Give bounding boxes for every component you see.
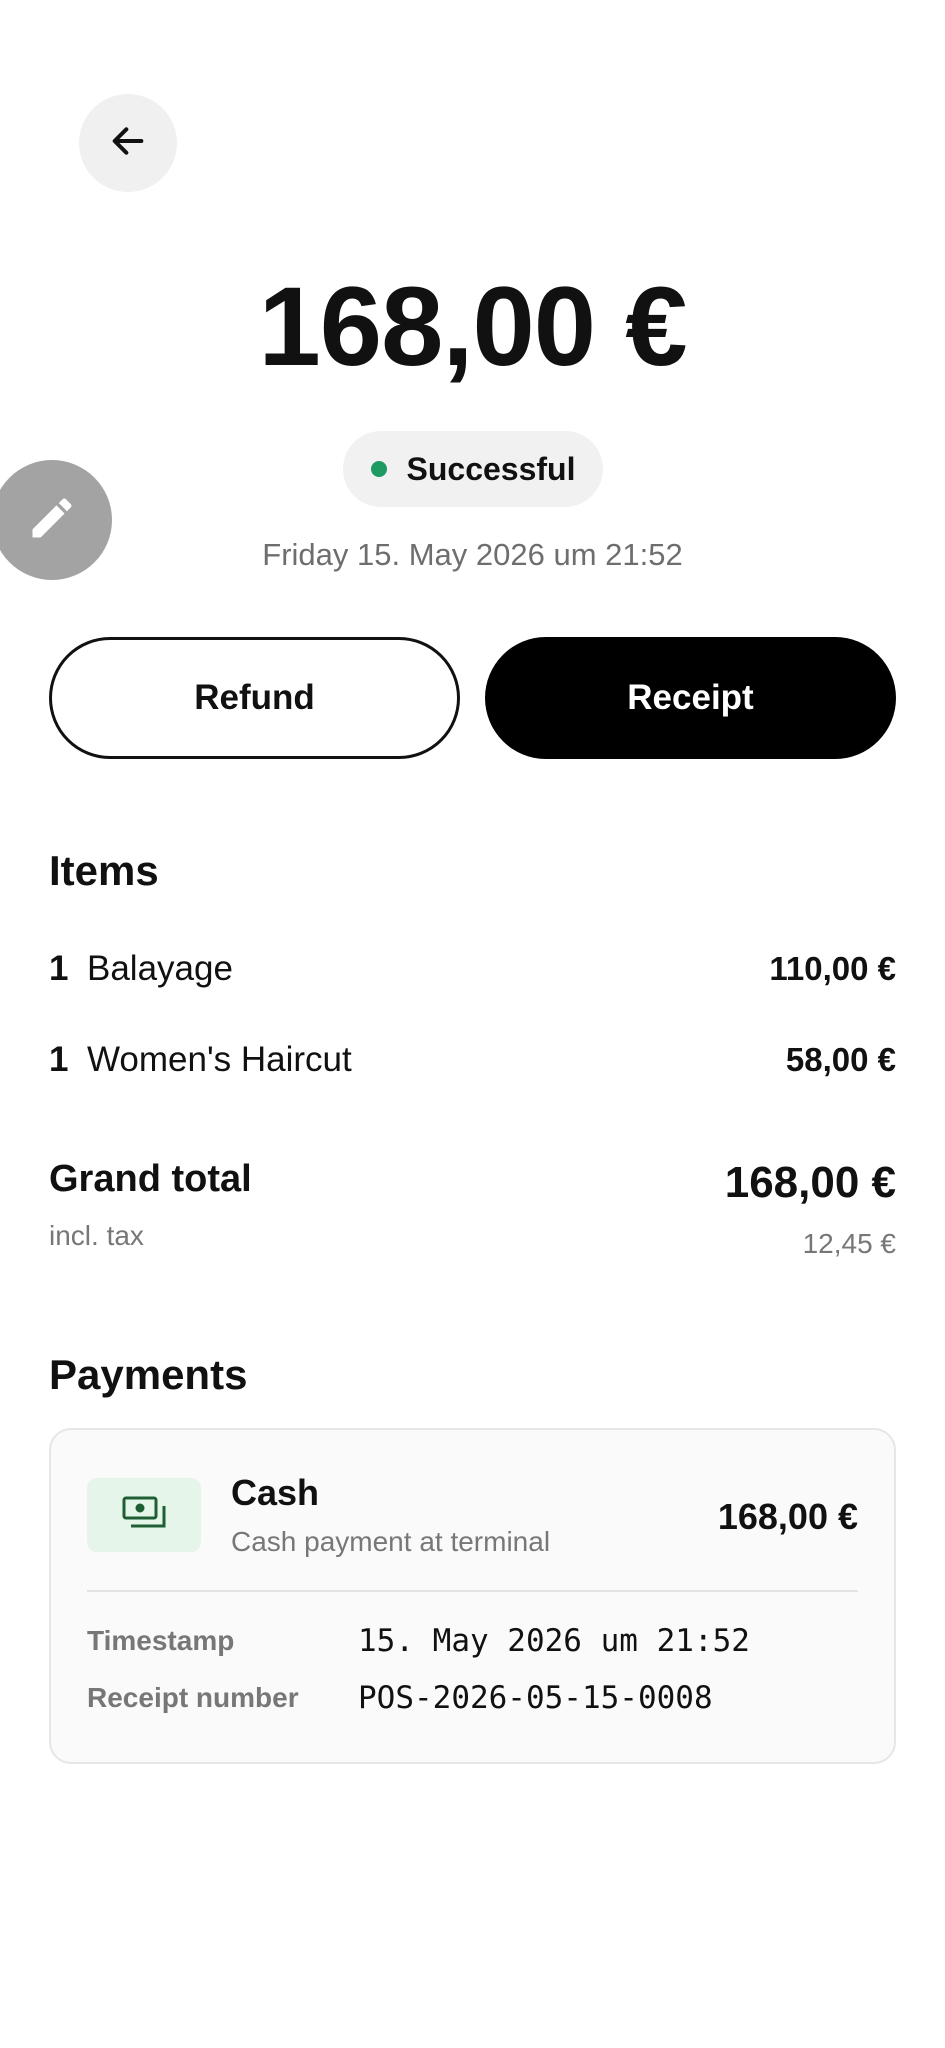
timestamp-label: Timestamp bbox=[87, 1625, 235, 1656]
list-item: 1 Balayage 110,00 € bbox=[49, 944, 896, 994]
back-button[interactable] bbox=[79, 94, 177, 192]
arrow-left-icon bbox=[108, 121, 148, 166]
cash-icon bbox=[122, 1496, 166, 1535]
grand-total-label: Grand total bbox=[49, 1158, 252, 1200]
items-title: Items bbox=[49, 847, 159, 894]
status-badge: Successful bbox=[343, 431, 603, 507]
item-name: Balayage bbox=[87, 949, 233, 988]
item-quantity: 1 bbox=[49, 949, 69, 988]
transaction-amount: 168,00 € bbox=[258, 264, 688, 389]
item-name: Women's Haircut bbox=[87, 1040, 352, 1079]
list-item: 1 Women's Haircut 58,00 € bbox=[49, 1035, 896, 1085]
tax-amount: 12,45 € bbox=[802, 1228, 896, 1259]
receipt-button[interactable]: Receipt bbox=[485, 637, 896, 759]
item-quantity: 1 bbox=[49, 1040, 69, 1079]
payment-method: Cash bbox=[231, 1472, 320, 1513]
receipt-number-value: POS-2026-05-15-0008 bbox=[358, 1680, 713, 1716]
tax-label: incl. tax bbox=[49, 1220, 144, 1251]
payment-card: Cash Cash payment at terminal 168,00 € T… bbox=[49, 1428, 896, 1764]
item-price: 58,00 € bbox=[785, 1041, 896, 1078]
payments-title: Payments bbox=[49, 1351, 248, 1398]
status-label: Successful bbox=[406, 450, 576, 487]
status-dot bbox=[370, 461, 387, 477]
payment-description: Cash payment at terminal bbox=[231, 1526, 551, 1557]
cash-icon-container bbox=[87, 1478, 201, 1552]
item-price: 110,00 € bbox=[769, 950, 896, 987]
receipt-number-label: Receipt number bbox=[87, 1682, 299, 1713]
payment-amount: 168,00 € bbox=[717, 1496, 858, 1537]
divider bbox=[87, 1590, 858, 1592]
grand-total-amount: 168,00 € bbox=[724, 1158, 896, 1207]
transaction-date: Friday 15. May 2026 um 21:52 bbox=[262, 537, 683, 572]
timestamp-value: 15. May 2026 um 21:52 bbox=[358, 1623, 750, 1659]
refund-button[interactable]: Refund bbox=[49, 637, 460, 759]
